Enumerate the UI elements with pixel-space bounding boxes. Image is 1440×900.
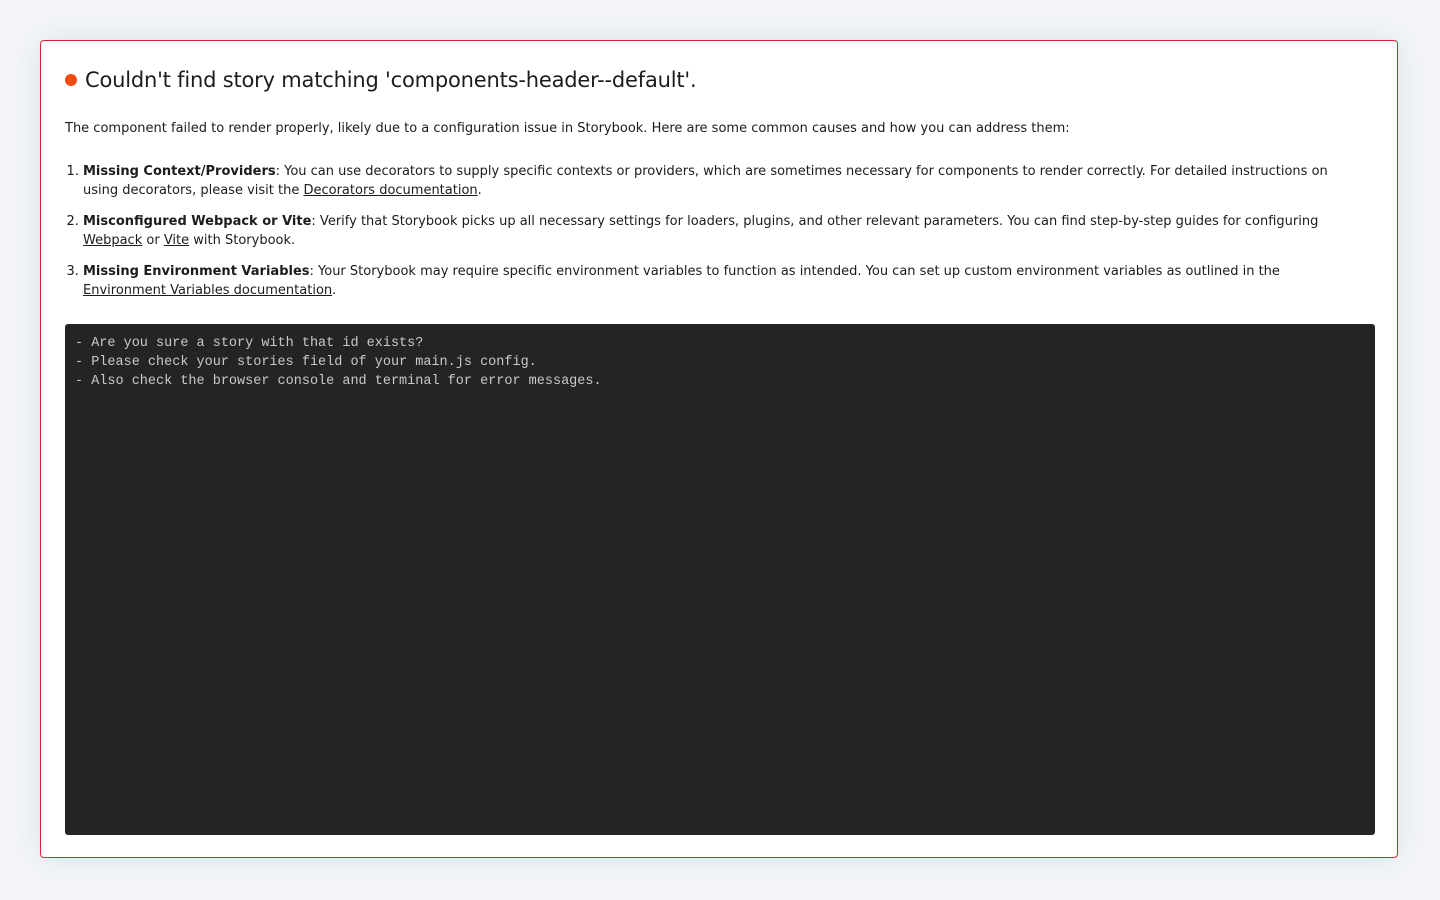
error-console[interactable]: - Are you sure a story with that id exis… <box>65 324 1375 835</box>
error-dot-icon <box>65 74 77 86</box>
cause-item-missing-env-vars: Missing Environment Variables: Your Stor… <box>83 262 1365 300</box>
cause-text-end: with Storybook. <box>189 233 296 248</box>
vite-docs-link[interactable]: Vite <box>164 233 189 248</box>
webpack-docs-link[interactable]: Webpack <box>83 233 142 248</box>
cause-title: Missing Context/Providers <box>83 164 276 179</box>
cause-item-missing-context: Missing Context/Providers: You can use d… <box>83 162 1365 200</box>
env-vars-docs-link[interactable]: Environment Variables documentation <box>83 283 332 298</box>
decorators-docs-link[interactable]: Decorators documentation <box>303 183 477 198</box>
cause-text: : Your Storybook may require specific en… <box>309 264 1280 279</box>
error-intro: The component failed to render properly,… <box>65 121 1070 136</box>
console-line: - Also check the browser console and ter… <box>75 374 602 389</box>
error-title: Couldn't find story matching 'components… <box>85 68 697 92</box>
console-line: - Are you sure a story with that id exis… <box>75 336 424 351</box>
cause-text-end: . <box>477 183 482 198</box>
cause-text-between: or <box>142 233 164 248</box>
cause-text: : Verify that Storybook picks up all nec… <box>311 214 1319 229</box>
error-heading: Couldn't find story matching 'components… <box>65 65 697 95</box>
cause-title: Missing Environment Variables <box>83 264 310 279</box>
cause-title: Misconfigured Webpack or Vite <box>83 214 312 229</box>
cause-item-misconfigured-bundler: Misconfigured Webpack or Vite: Verify th… <box>83 212 1365 250</box>
console-line: - Please check your stories field of you… <box>75 355 537 370</box>
cause-text-end: . <box>332 283 337 298</box>
causes-list: Missing Context/Providers: You can use d… <box>65 162 1365 312</box>
error-panel: Couldn't find story matching 'components… <box>40 40 1398 858</box>
